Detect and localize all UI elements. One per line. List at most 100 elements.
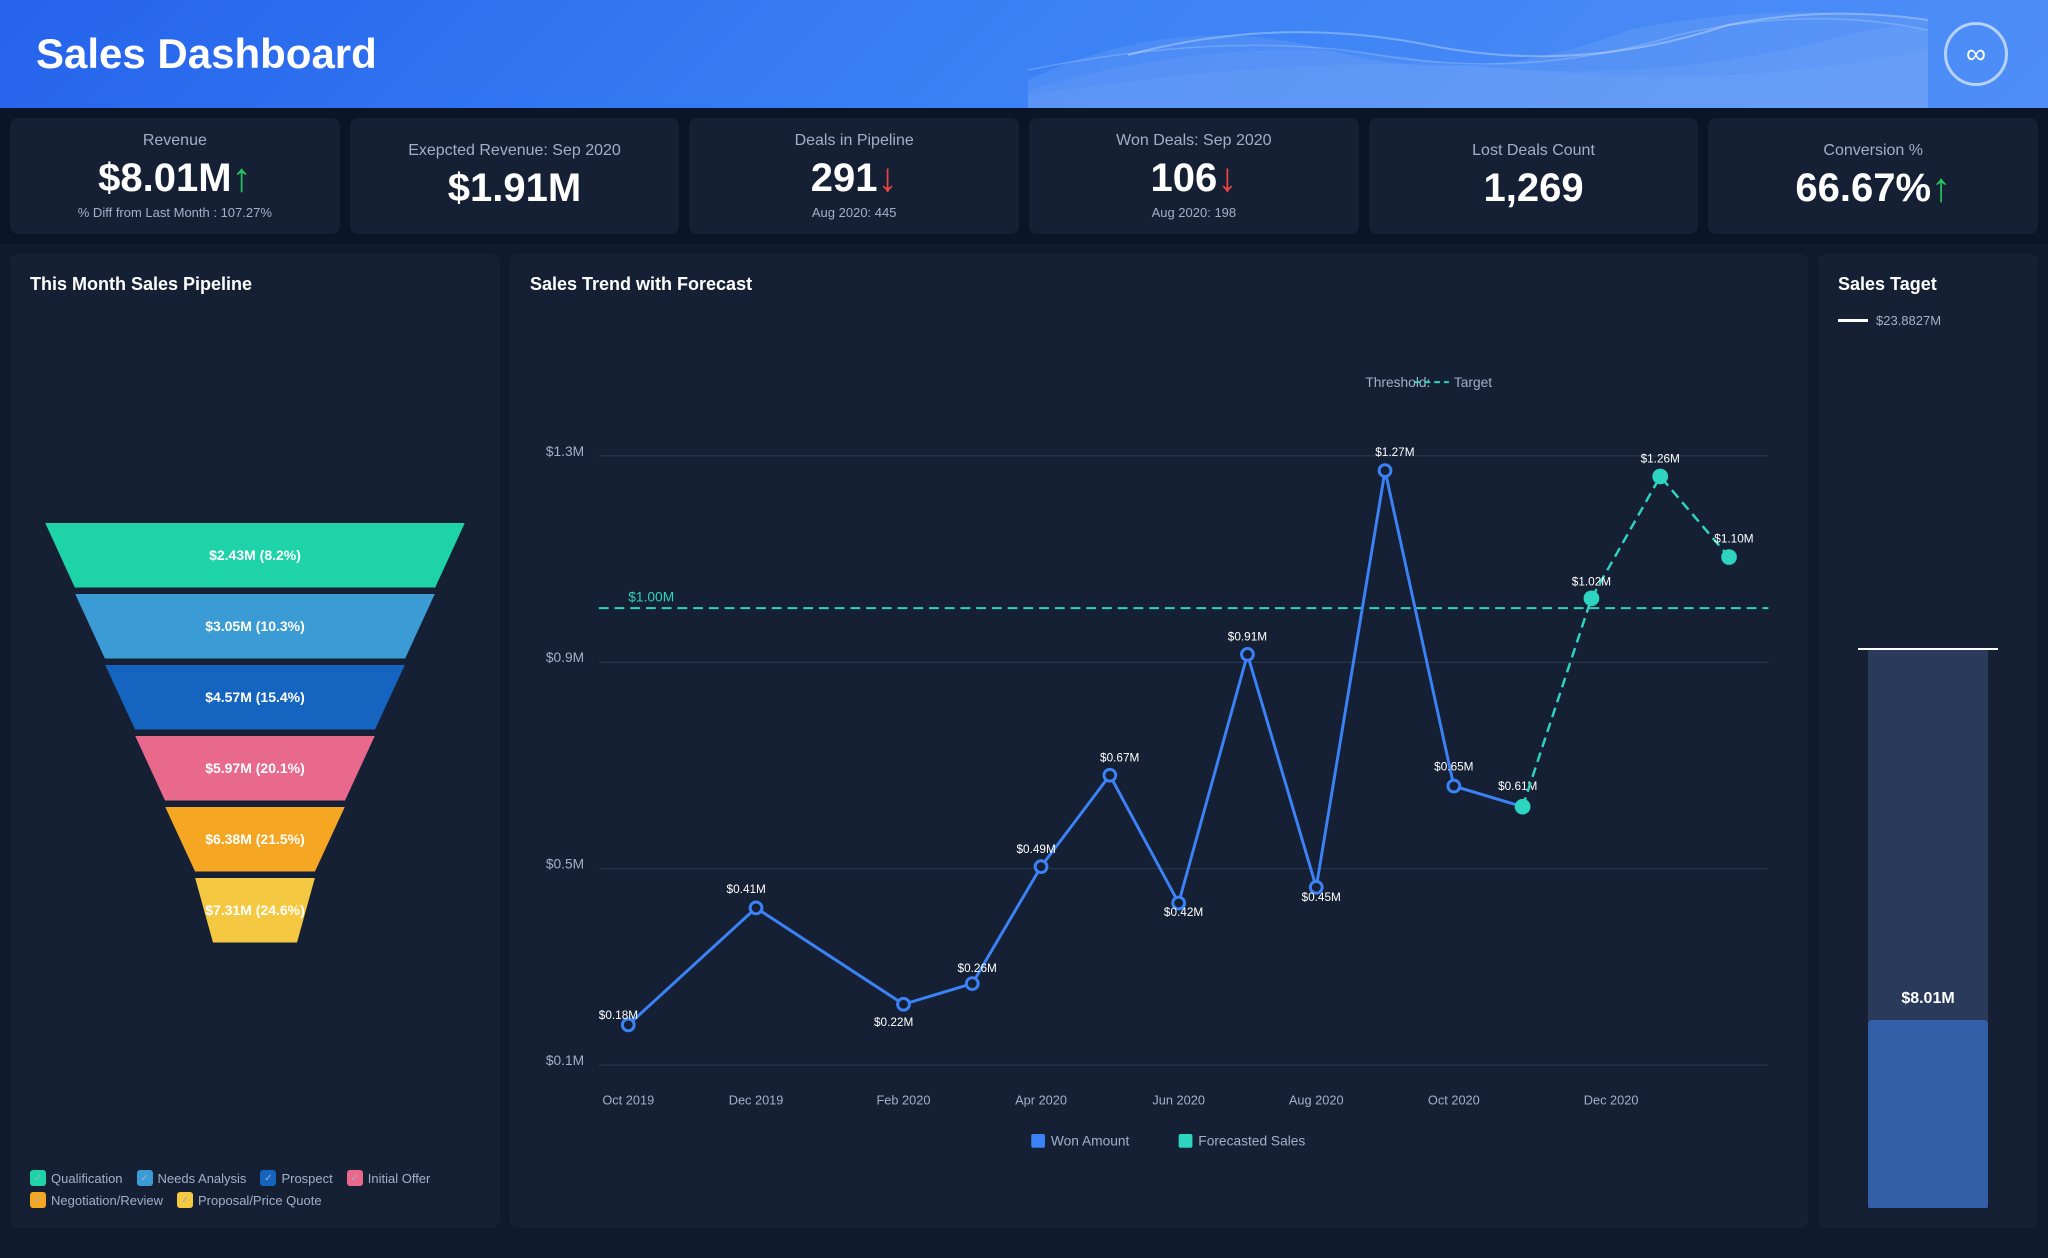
svg-text:$0.5M: $0.5M	[546, 857, 584, 872]
funnel-legend: ✓ Qualification ✓ Needs Analysis ✓ Prosp…	[30, 1170, 480, 1208]
svg-text:$0.22M: $0.22M	[874, 1016, 913, 1029]
svg-text:$0.65M: $0.65M	[1434, 760, 1473, 773]
svg-text:Oct 2019: Oct 2019	[602, 1092, 654, 1107]
trend-chart-svg: Threshold: Target $1.3M $0.9M $0.5M $0.1…	[530, 313, 1788, 1208]
target-bar-bg: $8.01M	[1868, 648, 1988, 1208]
svg-text:$0.61M: $0.61M	[1498, 780, 1537, 793]
kpi-won-deals-sub: Aug 2020: 198	[1152, 205, 1237, 220]
legend-color: ✓	[30, 1192, 46, 1208]
legend-color: ✓	[177, 1192, 193, 1208]
target-line-indicator	[1838, 319, 1868, 322]
svg-text:$1.00M: $1.00M	[628, 589, 674, 604]
funnel-title: This Month Sales Pipeline	[30, 274, 480, 295]
svg-text:Aug 2020: Aug 2020	[1289, 1092, 1344, 1107]
kpi-expected-revenue-label: Exepcted Revenue: Sep 2020	[408, 142, 621, 160]
kpi-row: Revenue $8.01M↑ % Diff from Last Month :…	[0, 108, 2048, 244]
svg-text:$0.67M: $0.67M	[1100, 751, 1139, 764]
funnel-segment: $3.05M (10.3%)	[75, 594, 435, 659]
svg-text:$1.27M: $1.27M	[1375, 446, 1414, 459]
target-panel: Sales Taget $23.8827M $8.01M	[1818, 254, 2038, 1228]
svg-text:$1.26M: $1.26M	[1641, 453, 1680, 466]
svg-text:$0.26M: $0.26M	[958, 962, 997, 975]
svg-text:Dec 2020: Dec 2020	[1584, 1092, 1639, 1107]
svg-text:Oct 2020: Oct 2020	[1428, 1092, 1480, 1107]
chart-panel: Sales Trend with Forecast Threshold: Tar…	[510, 254, 1808, 1228]
svg-text:$0.18M: $0.18M	[599, 1009, 638, 1022]
svg-text:Apr 2020: Apr 2020	[1015, 1092, 1067, 1107]
kpi-won-deals-label: Won Deals: Sep 2020	[1116, 132, 1271, 150]
legend-color: ✓	[347, 1170, 363, 1186]
svg-text:$1.02M: $1.02M	[1572, 576, 1611, 589]
target-title: Sales Taget	[1838, 274, 2018, 295]
header-wave	[1028, 0, 1928, 108]
kpi-conversion: Conversion % 66.67%↑	[1708, 118, 2038, 234]
target-achieved-bar: $8.01M	[1868, 1020, 1988, 1208]
kpi-deals-pipeline-sub: Aug 2020: 445	[812, 205, 897, 220]
forecasted-sales-line	[1523, 476, 1729, 806]
kpi-won-deals-value: 106↓	[1150, 156, 1237, 201]
legend-label: Needs Analysis	[158, 1171, 247, 1186]
legend-label: Prospect	[281, 1171, 332, 1186]
chart-title: Sales Trend with Forecast	[530, 274, 1788, 295]
svg-text:$0.42M: $0.42M	[1164, 906, 1203, 919]
svg-text:Feb 2020: Feb 2020	[876, 1092, 930, 1107]
legend-label: Negotiation/Review	[51, 1193, 163, 1208]
target-value: $23.8827M	[1876, 313, 1941, 328]
funnel-segment: $6.38M (21.5%)	[165, 807, 345, 872]
legend-color: ✓	[137, 1170, 153, 1186]
svg-text:$1.10M: $1.10M	[1714, 532, 1753, 545]
funnel-segment: $7.31M (24.6%)	[195, 878, 315, 943]
svg-text:Dec 2019: Dec 2019	[729, 1092, 784, 1107]
svg-text:$1.3M: $1.3M	[546, 444, 584, 459]
svg-text:$0.49M: $0.49M	[1017, 843, 1056, 856]
kpi-won-deals: Won Deals: Sep 2020 106↓ Aug 2020: 198	[1029, 118, 1359, 234]
legend-item: ✓ Proposal/Price Quote	[177, 1192, 322, 1208]
legend-label: Initial Offer	[368, 1171, 431, 1186]
target-achieved-value: $8.01M	[1901, 990, 1954, 1008]
legend-item: ✓ Prospect	[260, 1170, 332, 1186]
kpi-conversion-value: 66.67%↑	[1795, 166, 1951, 211]
svg-text:$0.91M: $0.91M	[1228, 631, 1267, 644]
kpi-revenue-value: $8.01M↑	[98, 156, 251, 201]
kpi-revenue: Revenue $8.01M↑ % Diff from Last Month :…	[10, 118, 340, 234]
funnel-panel: This Month Sales Pipeline $2.43M (8.2%)$…	[10, 254, 500, 1228]
legend-item: ✓ Qualification	[30, 1170, 123, 1186]
target-legend: $23.8827M	[1838, 313, 2018, 328]
svg-text:Target: Target	[1454, 375, 1492, 390]
main-content: This Month Sales Pipeline $2.43M (8.2%)$…	[0, 244, 2048, 1238]
target-line	[1858, 648, 1998, 650]
kpi-lost-deals: Lost Deals Count 1,269	[1369, 118, 1699, 234]
won-amount-line	[628, 471, 1522, 1025]
chart-area: Threshold: Target $1.3M $0.9M $0.5M $0.1…	[530, 313, 1788, 1208]
legend-color: ✓	[260, 1170, 276, 1186]
kpi-expected-revenue: Exepcted Revenue: Sep 2020 $1.91M	[350, 118, 680, 234]
kpi-conversion-label: Conversion %	[1823, 142, 1923, 160]
svg-text:Forecasted Sales: Forecasted Sales	[1198, 1134, 1305, 1149]
page-title: Sales Dashboard	[36, 30, 377, 78]
legend-label: Qualification	[51, 1171, 123, 1186]
kpi-deals-pipeline: Deals in Pipeline 291↓ Aug 2020: 445	[689, 118, 1019, 234]
legend-item: ✓ Needs Analysis	[137, 1170, 247, 1186]
svg-text:$0.9M: $0.9M	[546, 650, 584, 665]
legend-item: ✓ Initial Offer	[347, 1170, 431, 1186]
svg-text:$0.41M: $0.41M	[727, 883, 766, 896]
svg-text:Threshold:: Threshold:	[1365, 375, 1430, 390]
kpi-deals-pipeline-label: Deals in Pipeline	[795, 132, 914, 150]
kpi-lost-deals-label: Lost Deals Count	[1472, 142, 1595, 160]
funnel-container: $2.43M (8.2%)$3.05M (10.3%)$4.57M (15.4%…	[30, 313, 480, 1154]
kpi-expected-revenue-value: $1.91M	[448, 166, 581, 211]
legend-item: ✓ Negotiation/Review	[30, 1192, 163, 1208]
kpi-revenue-sub: % Diff from Last Month : 107.27%	[78, 205, 272, 220]
header-logo: ∞	[1944, 22, 2008, 86]
svg-text:$0.45M: $0.45M	[1302, 891, 1341, 904]
legend-label: Proposal/Price Quote	[198, 1193, 322, 1208]
header: Sales Dashboard ∞	[0, 0, 2048, 108]
kpi-lost-deals-value: 1,269	[1483, 166, 1583, 211]
target-bar-area: $8.01M	[1838, 336, 2018, 1208]
funnel-segment: $4.57M (15.4%)	[105, 665, 405, 730]
funnel-segment: $2.43M (8.2%)	[45, 523, 465, 588]
svg-text:$0.1M: $0.1M	[546, 1053, 584, 1068]
funnel-segment: $5.97M (20.1%)	[135, 736, 375, 801]
svg-text:Won Amount: Won Amount	[1051, 1134, 1130, 1149]
kpi-deals-pipeline-value: 291↓	[811, 156, 898, 201]
